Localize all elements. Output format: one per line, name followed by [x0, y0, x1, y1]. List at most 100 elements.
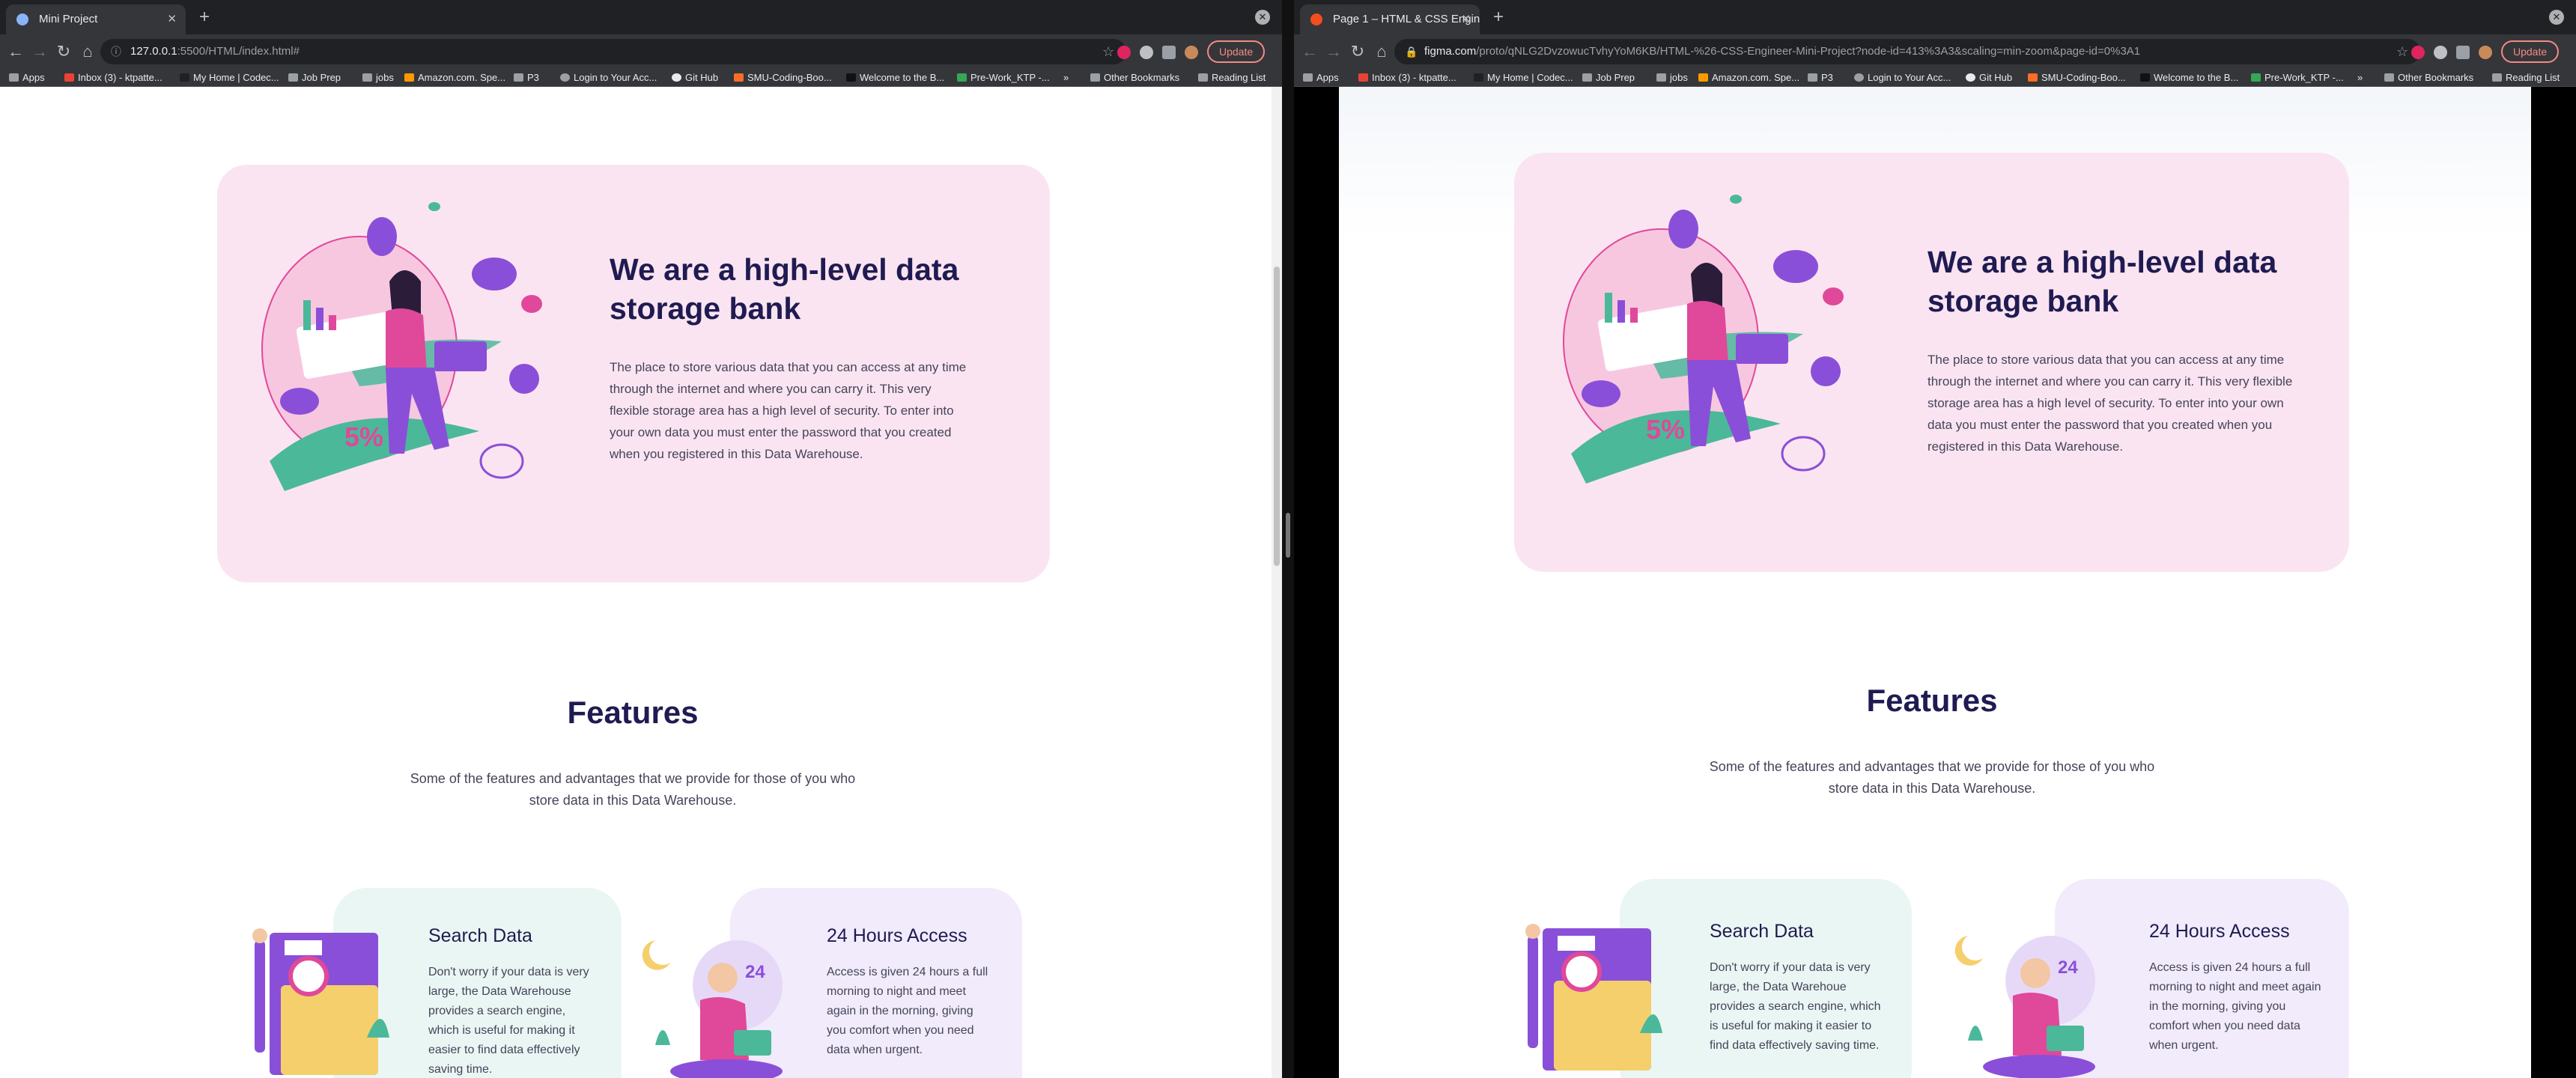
bookmarks-overflow[interactable]: »	[1063, 69, 1069, 87]
bookmark-smu[interactable]: SMU-Coding-Boo...	[734, 69, 832, 87]
toolbar: ← → ↻ ⌂ 🔒 figma.com/proto/qNLG2DvzowucTv…	[1294, 34, 2576, 69]
forward-arrow-icon[interactable]: →	[1322, 40, 1345, 63]
url-host: figma.com	[1424, 45, 1477, 58]
bookmark-star-icon[interactable]: ☆	[1102, 39, 1114, 64]
bookmark-inbox[interactable]: Inbox (3) - ktpatte...	[1358, 69, 1456, 87]
back-arrow-icon[interactable]: ←	[1298, 40, 1321, 63]
gmail-icon	[64, 73, 74, 82]
split-resize-handle[interactable]	[1286, 513, 1290, 558]
pinterest-extension-icon[interactable]	[1117, 46, 1131, 59]
tab-figma[interactable]: Page 1 – HTML & CSS Engin... ✕	[1300, 4, 1480, 34]
tab-strip: Mini Project ✕ + ✕	[0, 0, 1282, 34]
folder-icon	[1582, 73, 1592, 82]
tab-strip: Page 1 – HTML & CSS Engin... ✕ + ✕	[1294, 0, 2576, 34]
new-tab-button[interactable]: +	[1487, 6, 1510, 28]
search-data-illustration	[252, 928, 389, 1075]
bookmark-prework[interactable]: Pre-Work_KTP -...	[957, 69, 1050, 87]
features-title: Features	[1866, 683, 1998, 718]
page-viewport: 5% We are a high-level data storage bank…	[0, 87, 1282, 1078]
scrollbar-thumb[interactable]	[1274, 267, 1280, 566]
bookmark-amazon[interactable]: Amazon.com. Spe...	[1698, 69, 1799, 87]
url-path: /proto/qNLG2DvzowucTvhyYoM6KB/HTML-%26-C…	[1476, 45, 2141, 58]
search-data-illustration	[1525, 924, 1662, 1071]
bookmark-welcome[interactable]: Welcome to the B...	[846, 69, 944, 87]
apps-grid-icon	[1303, 73, 1313, 82]
bookmark-inbox[interactable]: Inbox (3) - ktpatte...	[64, 69, 162, 87]
bookmark-p3[interactable]: P3	[514, 69, 539, 87]
other-bookmarks[interactable]: Other Bookmarks	[2384, 69, 2473, 87]
bookmarks-overflow[interactable]: »	[2357, 69, 2363, 87]
home-icon[interactable]: ⌂	[1370, 40, 1393, 63]
avatar[interactable]	[2479, 46, 2492, 59]
gitlab-icon	[2028, 73, 2038, 82]
close-tab-icon[interactable]: ✕	[167, 4, 177, 34]
site-icon	[2140, 73, 2150, 82]
access-illustration: 24	[642, 940, 783, 1078]
update-button[interactable]: Update	[2501, 40, 2560, 63]
close-window-icon[interactable]: ✕	[2549, 10, 2564, 25]
vertical-scrollbar[interactable]	[1272, 87, 1282, 1078]
hero-title: We are a high-level data storage bank	[1928, 245, 2277, 318]
folder-icon	[362, 73, 372, 82]
reading-list[interactable]: Reading List	[1198, 69, 1266, 87]
canvas-margin-left	[1294, 87, 1339, 1078]
close-window-icon[interactable]: ✕	[1255, 10, 1270, 25]
back-arrow-icon[interactable]: ←	[4, 40, 27, 63]
bookmark-prework[interactable]: Pre-Work_KTP -...	[2251, 69, 2344, 87]
bookmark-login[interactable]: Login to Your Acc...	[1854, 69, 1951, 87]
bookmark-codecademy[interactable]: My Home | Codec...	[1474, 69, 1573, 87]
reading-list[interactable]: Reading List	[2492, 69, 2560, 87]
bookmark-jobs[interactable]: jobs	[1656, 69, 1688, 87]
codecademy-icon	[1474, 73, 1483, 82]
reading-list-icon[interactable]	[2456, 46, 2470, 59]
info-icon: ⓘ	[111, 46, 121, 58]
bookmark-amazon[interactable]: Amazon.com. Spe...	[404, 69, 505, 87]
lock-icon: 🔒	[1405, 46, 1418, 58]
folder-icon	[514, 73, 523, 82]
globe-icon	[1854, 73, 1864, 82]
bookmark-apps[interactable]: Apps	[9, 69, 45, 87]
gitlab-icon	[734, 73, 744, 82]
tab-title: Mini Project	[39, 13, 98, 25]
gmail-icon	[1358, 73, 1368, 82]
bookmark-star-icon[interactable]: ☆	[2396, 39, 2408, 64]
globe-icon	[560, 73, 570, 82]
bookmark-login[interactable]: Login to Your Acc...	[560, 69, 657, 87]
bookmark-codecademy[interactable]: My Home | Codec...	[180, 69, 279, 87]
extensions-puzzle-icon[interactable]	[1140, 46, 1153, 59]
update-button[interactable]: Update	[1207, 40, 1266, 63]
site-icon	[846, 73, 856, 82]
bookmark-job-prep[interactable]: Job Prep	[288, 69, 341, 87]
bookmark-job-prep[interactable]: Job Prep	[1582, 69, 1635, 87]
reading-list-icon[interactable]	[1162, 46, 1176, 59]
close-tab-icon[interactable]: ✕	[1461, 4, 1471, 34]
bookmark-p3[interactable]: P3	[1808, 69, 1833, 87]
pinterest-extension-icon[interactable]	[2411, 46, 2425, 59]
home-icon[interactable]: ⌂	[76, 40, 99, 63]
features-subtitle: Some of the features and advantages that…	[410, 771, 856, 808]
tab-mini-project[interactable]: Mini Project ✕	[6, 4, 186, 34]
reload-icon[interactable]: ↻	[52, 40, 75, 63]
folder-icon	[2384, 73, 2394, 82]
avatar[interactable]	[1185, 46, 1198, 59]
extensions-puzzle-icon[interactable]	[2434, 46, 2447, 59]
access-title: 24 Hours Access	[2149, 921, 2290, 942]
address-bar[interactable]: ⓘ 127.0.0.1:5500/HTML/index.html# ☆	[100, 39, 1126, 64]
figma-prototype-viewport: 5% We are a high-level data storage bank…	[1294, 87, 2576, 1078]
search-data-text: Don't worry if your data is very large, …	[1710, 961, 1881, 1052]
forward-arrow-icon[interactable]: →	[28, 40, 51, 63]
reload-icon[interactable]: ↻	[1346, 40, 1369, 63]
search-data-title: Search Data	[1710, 921, 1814, 942]
bookmark-smu[interactable]: SMU-Coding-Boo...	[2028, 69, 2126, 87]
bookmark-github[interactable]: Git Hub	[1966, 69, 2012, 87]
search-data-title: Search Data	[428, 925, 532, 946]
address-bar[interactable]: 🔒 figma.com/proto/qNLG2DvzowucTvhyYoM6KB…	[1394, 39, 2420, 64]
bookmark-github[interactable]: Git Hub	[672, 69, 718, 87]
bookmark-apps[interactable]: Apps	[1303, 69, 1339, 87]
other-bookmarks[interactable]: Other Bookmarks	[1090, 69, 1179, 87]
hero-illustration: 5%	[261, 202, 542, 491]
bookmark-welcome[interactable]: Welcome to the B...	[2140, 69, 2238, 87]
bookmark-jobs[interactable]: jobs	[362, 69, 394, 87]
new-tab-button[interactable]: +	[193, 6, 216, 28]
browser-window-left: Mini Project ✕ + ✕ ← → ↻ ⌂ ⓘ 127.0.0.1:5…	[0, 0, 1282, 1078]
